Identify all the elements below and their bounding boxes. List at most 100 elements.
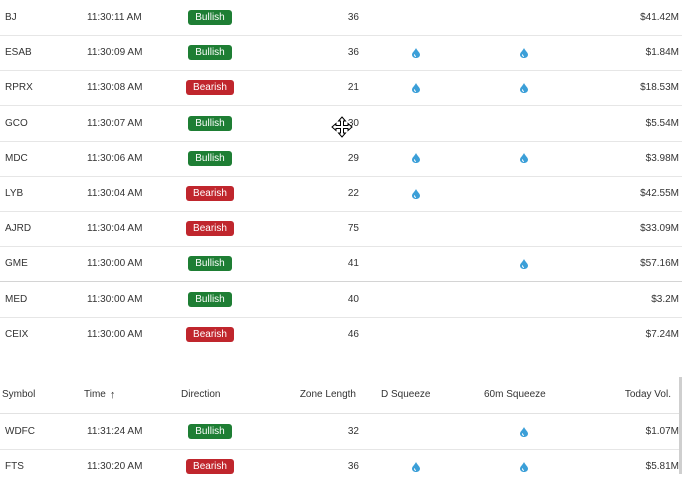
zone-length-cell: 40: [347, 293, 359, 305]
table-row[interactable]: MDC 11:30:06 AM Bullish 29 $3.98M: [0, 141, 682, 177]
direction-cell: Bullish: [180, 141, 240, 176]
symbol-cell: AJRD: [5, 223, 32, 235]
header-direction[interactable]: Direction: [181, 376, 220, 413]
table-row[interactable]: MED 11:30:00 AM Bullish 40 $3.2M: [0, 282, 682, 318]
table-row[interactable]: LYB 11:30:04 AM Bearish 22 $42.55M: [0, 176, 682, 212]
time-cell: 11:30:00 AM: [87, 328, 143, 340]
alerts-table-lower: Symbol Time ↑ Direction Zone Length D Sq…: [0, 376, 682, 474]
time-cell: 11:30:09 AM: [87, 47, 143, 59]
volume-cell: $3.2M: [651, 293, 679, 305]
header-60m-squeeze-label: 60m Squeeze: [484, 389, 546, 400]
volume-cell: $41.42M: [640, 12, 679, 23]
direction-cell: Bearish: [180, 449, 240, 484]
direction-cell: Bullish: [180, 35, 240, 70]
zone-length-cell: 36: [347, 47, 359, 59]
header-time[interactable]: Time ↑: [84, 376, 115, 413]
symbol-cell: ESAB: [5, 47, 32, 59]
bearish-badge: Bearish: [186, 221, 234, 237]
d-squeeze-cell: [404, 414, 428, 449]
header-direction-label: Direction: [181, 389, 221, 400]
zone-length-cell: 22: [347, 188, 359, 199]
table-row[interactable]: ESAB 11:30:09 AM Bullish 36 $1.84M: [0, 35, 682, 72]
water-drop-icon: [520, 426, 528, 437]
direction-cell: Bearish: [180, 70, 240, 105]
volume-cell: $1.84M: [645, 47, 679, 59]
symbol-cell: MED: [5, 293, 28, 305]
header-time-label: Time: [84, 389, 106, 400]
header-today-vol[interactable]: Today Vol.: [580, 376, 671, 413]
symbol-cell: RPRX: [5, 82, 33, 94]
header-zone-label: Zone Length: [299, 389, 356, 400]
time-cell: 11:31:24 AM: [87, 426, 143, 437]
header-symbol-label: Symbol: [2, 389, 36, 400]
direction-cell: Bullish: [180, 246, 240, 281]
bearish-badge: Bearish: [186, 80, 234, 96]
time-cell: 11:30:20 AM: [87, 461, 143, 472]
direction-cell: Bearish: [180, 317, 240, 352]
direction-cell: Bearish: [180, 211, 240, 246]
direction-cell: Bearish: [180, 176, 240, 211]
table-row[interactable]: FTS 11:30:20 AM Bearish 36 $5.81M: [0, 449, 682, 484]
water-drop-icon: [520, 153, 528, 164]
time-cell: 11:30:04 AM: [87, 188, 143, 199]
sq60-cell: [512, 414, 536, 449]
header-60m-squeeze[interactable]: 60m Squeeze: [484, 376, 546, 413]
sq60-cell: [512, 246, 536, 281]
symbol-cell: BJ: [5, 12, 17, 23]
zone-length-cell: 46: [347, 328, 359, 340]
volume-cell: $57.16M: [640, 258, 679, 270]
direction-cell: Bullish: [180, 106, 240, 141]
symbol-cell: MDC: [5, 152, 28, 164]
sq60-cell: [512, 141, 536, 176]
volume-cell: $5.54M: [645, 117, 679, 129]
zone-length-cell: 41: [347, 258, 359, 270]
d-squeeze-cell: [404, 282, 428, 317]
water-drop-icon: [412, 82, 420, 93]
zone-length-cell: 36: [347, 461, 359, 472]
water-drop-icon: [520, 258, 528, 269]
table-row[interactable]: WDFC 11:31:24 AM Bullish 32 $1.07M: [0, 414, 682, 450]
sq60-cell: [512, 282, 536, 317]
header-zone-length[interactable]: Zone Length: [290, 376, 356, 413]
zone-length-cell: 29: [347, 152, 359, 164]
sq60-cell: [512, 211, 536, 246]
d-squeeze-cell: [404, 211, 428, 246]
water-drop-icon: [412, 188, 420, 199]
volume-cell: $18.53M: [640, 82, 679, 94]
symbol-cell: GCO: [5, 117, 28, 129]
time-cell: 11:30:11 AM: [87, 12, 142, 23]
direction-cell: Bullish: [180, 282, 240, 317]
water-drop-icon: [520, 461, 528, 472]
arrow-up-icon[interactable]: ↑: [110, 389, 116, 401]
d-squeeze-cell: [404, 176, 428, 211]
sq60-cell: [512, 70, 536, 105]
header-symbol[interactable]: Symbol: [2, 376, 35, 413]
alerts-table-upper: BJ 11:30:11 AM Bullish 36 $41.42M ESAB 11:30:0…: [0, 0, 682, 352]
table-row[interactable]: RPRX 11:30:08 AM Bearish 21 $18.53M: [0, 70, 682, 107]
table-row[interactable]: CEIX 11:30:00 AM Bearish 46 $7.24M: [0, 317, 682, 352]
time-cell: 11:30:06 AM: [87, 152, 143, 164]
bullish-badge: Bullish: [188, 424, 232, 439]
water-drop-icon: [520, 82, 528, 93]
water-drop-icon: [412, 461, 420, 472]
table-row[interactable]: BJ 11:30:11 AM Bullish 36 $41.42M: [0, 0, 682, 36]
symbol-cell: LYB: [5, 188, 24, 199]
bearish-badge: Bearish: [186, 186, 234, 201]
sq60-cell: [512, 35, 536, 70]
table-header: Symbol Time ↑ Direction Zone Length D Sq…: [0, 376, 682, 414]
header-d-squeeze-label: D Squeeze: [381, 389, 431, 400]
d-squeeze-cell: [404, 141, 428, 176]
d-squeeze-cell: [404, 449, 428, 484]
volume-cell: $1.07M: [645, 426, 679, 437]
header-d-squeeze[interactable]: D Squeeze: [381, 376, 430, 413]
d-squeeze-cell: [404, 35, 428, 70]
bullish-badge: Bullish: [188, 10, 232, 25]
volume-cell: $33.09M: [640, 223, 679, 235]
d-squeeze-cell: [404, 106, 428, 141]
sq60-cell: [512, 176, 536, 211]
table-row[interactable]: GME 11:30:00 AM Bullish 41 $57.16M: [0, 246, 682, 283]
table-row[interactable]: AJRD 11:30:04 AM Bearish 75 $33.09M: [0, 211, 682, 248]
volume-cell: $7.24M: [645, 328, 679, 340]
time-cell: 11:30:04 AM: [87, 223, 143, 235]
direction-cell: Bullish: [180, 414, 240, 449]
